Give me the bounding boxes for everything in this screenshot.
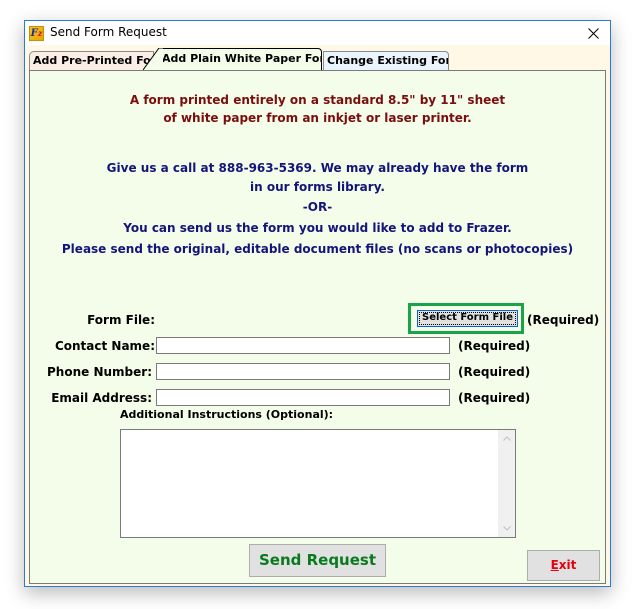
contact-line: in our forms library. <box>250 180 385 194</box>
window-title: Send Form Request <box>50 25 167 39</box>
select-form-file-button[interactable]: Select Form File <box>417 310 518 327</box>
additional-instructions-label: Additional Instructions (Optional): <box>120 408 334 421</box>
form-file-required: (Required) <box>527 313 600 327</box>
app-icon: Fz <box>29 26 44 41</box>
contact-info-text: Give us a call at 888-963-5369. We may a… <box>30 159 605 260</box>
send-request-button[interactable]: Send Request <box>249 544 386 577</box>
close-button[interactable] <box>576 21 610 45</box>
send-form-request-window: Fz Send Form Request Add Pre-Printed For… <box>24 20 611 587</box>
additional-instructions-box <box>120 429 516 538</box>
contact-name-required: (Required) <box>458 339 531 353</box>
title-bar: Fz Send Form Request <box>25 21 610 45</box>
email-address-input[interactable] <box>156 389 450 406</box>
chevron-down-icon <box>502 526 511 531</box>
contact-name-label: Contact Name: <box>54 339 155 353</box>
exit-label: xit <box>558 558 577 572</box>
email-address-required: (Required) <box>458 391 531 405</box>
tab-change-existing-form[interactable]: Change Existing Form <box>323 51 449 70</box>
tab-add-pre-printed-form[interactable]: Add Pre-Printed Form <box>29 51 154 70</box>
contact-line: Give us a call at 888-963-5369. We may a… <box>106 161 529 175</box>
scroll-up-button[interactable] <box>498 430 515 447</box>
phone-number-label: Phone Number: <box>47 365 152 379</box>
contact-line: Please send the original, editable docum… <box>61 242 574 256</box>
tab-add-plain-white-paper-form[interactable]: Add Plain White Paper Form <box>159 48 322 70</box>
tab-label: Change Existing Form <box>327 54 449 67</box>
close-icon <box>587 27 599 39</box>
contact-name-input[interactable] <box>156 337 450 354</box>
tab-divider <box>143 48 163 70</box>
email-address-label: Email Address: <box>51 391 152 405</box>
exit-button[interactable]: Exit <box>527 550 600 581</box>
chevron-up-icon <box>502 436 511 441</box>
scroll-down-button[interactable] <box>498 520 515 537</box>
description-line: of white paper from an inkjet or laser p… <box>163 111 472 125</box>
form-file-label: Form File: <box>87 313 155 327</box>
contact-line: You can send us the form you would like … <box>123 221 512 235</box>
or-separator: -OR- <box>302 200 333 214</box>
phone-number-input[interactable] <box>156 363 450 380</box>
description-line: A form printed entirely on a standard 8.… <box>129 93 506 107</box>
focus-rect <box>419 312 516 325</box>
phone-number-required: (Required) <box>458 365 531 379</box>
description-text: A form printed entirely on a standard 8.… <box>30 91 605 127</box>
tab-panel: A form printed entirely on a standard 8.… <box>29 70 606 584</box>
exit-mnemonic: E <box>550 558 559 572</box>
tab-label: Add Plain White Paper Form <box>162 52 322 65</box>
additional-instructions-textarea[interactable] <box>121 430 499 537</box>
tab-label: Add Pre-Printed Form <box>33 54 153 67</box>
vertical-scrollbar[interactable] <box>498 430 515 537</box>
tab-strip: Add Pre-Printed Form Change Existing For… <box>29 48 606 70</box>
